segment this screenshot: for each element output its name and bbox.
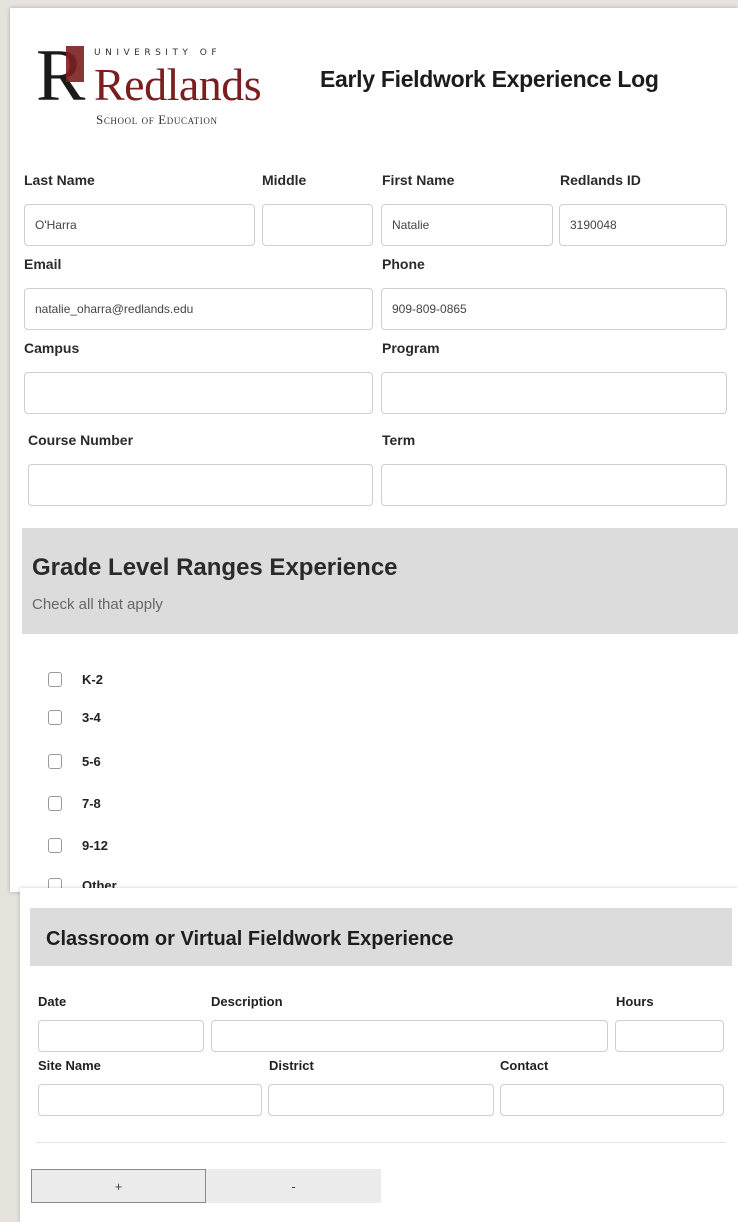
checkbox[interactable] bbox=[48, 754, 62, 769]
logo-university-of: UNIVERSITY OF bbox=[94, 48, 222, 58]
program-label: Program bbox=[382, 340, 440, 356]
form-title: Early Fieldwork Experience Log bbox=[320, 66, 659, 92]
redlands-id-label: Redlands ID bbox=[560, 172, 641, 188]
phone-input[interactable]: 909-809-0865 bbox=[381, 288, 727, 330]
grade-section-title: Grade Level Ranges Experience bbox=[32, 554, 398, 581]
grade-option-3-4[interactable]: 3-4 bbox=[48, 710, 101, 725]
logo-redlands-wordmark: Redlands bbox=[94, 59, 262, 110]
first-name-input[interactable]: Natalie bbox=[381, 204, 553, 246]
add-row-button[interactable]: + bbox=[31, 1169, 206, 1203]
logo-school-of-education: School of Education bbox=[96, 112, 218, 127]
grade-option-k-2[interactable]: K-2 bbox=[48, 672, 103, 687]
last-name-label: Last Name bbox=[24, 172, 95, 188]
form-page-top: R UNIVERSITY OF Redlands School of Educa… bbox=[10, 8, 738, 893]
date-label: Date bbox=[38, 994, 67, 1009]
description-input[interactable] bbox=[211, 1020, 608, 1052]
email-label: Email bbox=[24, 256, 62, 272]
contact-label: Contact bbox=[500, 1058, 549, 1073]
email-input[interactable]: natalie_oharra@redlands.edu bbox=[24, 288, 373, 330]
remove-row-button[interactable]: - bbox=[206, 1169, 381, 1203]
grade-option-9-12[interactable]: 9-12 bbox=[48, 838, 108, 853]
checkbox[interactable] bbox=[48, 838, 62, 853]
grade-option-7-8[interactable]: 7-8 bbox=[48, 796, 101, 811]
description-label: Description bbox=[211, 994, 283, 1009]
divider bbox=[36, 1142, 726, 1143]
grade-option-label: K-2 bbox=[82, 672, 103, 687]
program-input[interactable] bbox=[381, 372, 727, 414]
checkbox[interactable] bbox=[48, 710, 62, 725]
term-label: Term bbox=[382, 432, 416, 448]
grade-option-label: 5-6 bbox=[82, 754, 101, 769]
middle-input[interactable] bbox=[262, 204, 373, 246]
course-number-label: Course Number bbox=[28, 432, 134, 448]
campus-input[interactable] bbox=[24, 372, 373, 414]
contact-input[interactable] bbox=[500, 1084, 724, 1116]
grade-section-subtitle: Check all that apply bbox=[32, 596, 163, 613]
redlands-r-logo-icon: R bbox=[36, 38, 86, 108]
middle-label: Middle bbox=[262, 172, 307, 188]
site-name-label: Site Name bbox=[38, 1058, 101, 1073]
site-name-input[interactable] bbox=[38, 1084, 262, 1116]
grade-option-label: 9-12 bbox=[82, 838, 109, 853]
fieldwork-section-title: Classroom or Virtual Fieldwork Experienc… bbox=[46, 928, 454, 950]
first-name-label: First Name bbox=[382, 172, 455, 188]
redlands-id-input[interactable]: 3190048 bbox=[559, 204, 727, 246]
course-number-input[interactable] bbox=[28, 464, 373, 506]
last-name-input[interactable]: O'Harra bbox=[24, 204, 255, 246]
phone-label: Phone bbox=[382, 256, 425, 272]
checkbox[interactable] bbox=[48, 672, 62, 687]
checkbox[interactable] bbox=[48, 796, 62, 811]
date-input[interactable] bbox=[38, 1020, 204, 1052]
district-input[interactable] bbox=[268, 1084, 494, 1116]
campus-label: Campus bbox=[24, 340, 80, 356]
hours-input[interactable] bbox=[615, 1020, 724, 1052]
form-page-bottom: Classroom or Virtual Fieldwork Experienc… bbox=[20, 888, 738, 1222]
grade-option-label: 7-8 bbox=[82, 796, 101, 811]
term-input[interactable] bbox=[381, 464, 727, 506]
hours-label: Hours bbox=[616, 994, 654, 1009]
grade-option-5-6[interactable]: 5-6 bbox=[48, 754, 101, 769]
grade-option-label: 3-4 bbox=[82, 710, 101, 725]
district-label: District bbox=[269, 1058, 314, 1073]
